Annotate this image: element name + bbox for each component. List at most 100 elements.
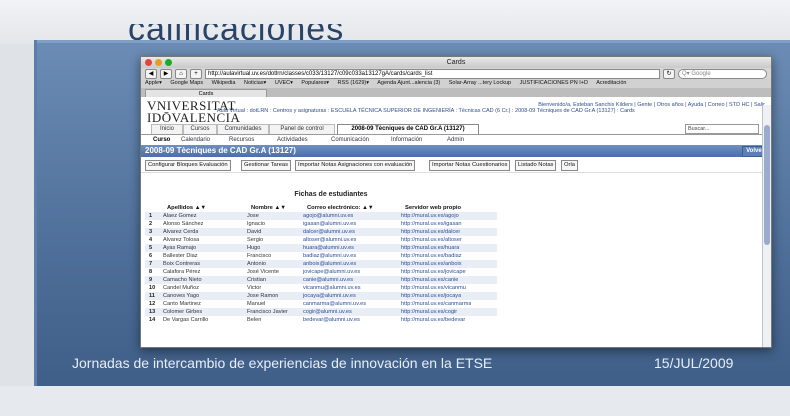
slide-footer-band: [0, 386, 790, 416]
email-link[interactable]: agojo@alumni.uv.es: [303, 212, 353, 220]
email-link[interactable]: badiaz@alumni.uv.es: [303, 252, 356, 260]
subtab-comunicacion[interactable]: Comunicación: [331, 136, 369, 144]
email-link[interactable]: canmarma@alumni.uv.es: [303, 300, 366, 308]
table-row: 4 Alvarez Tolosa Sergio altoser@alumni.u…: [145, 236, 497, 244]
email-link[interactable]: altoser@alumni.uv.es: [303, 236, 356, 244]
bookmark-item[interactable]: RSS (1629)▾: [337, 80, 369, 86]
page-scrollbar[interactable]: [762, 105, 771, 347]
reload-icon[interactable]: ↻: [663, 68, 675, 79]
row-number: 3: [149, 229, 153, 235]
importar-notas-cuestionarios-button[interactable]: Importar Notas Cuestionarios: [429, 160, 511, 171]
apellidos-cell: Ayas Ramajo: [163, 245, 197, 251]
apellidos-cell: Canoves Yago: [163, 293, 200, 299]
nombre-cell: Antonio: [247, 261, 266, 267]
web-link[interactable]: http://mural.uv.es/anboix: [401, 260, 462, 268]
bookmark-item[interactable]: Wikipedia: [212, 80, 236, 86]
forward-icon[interactable]: ▶: [160, 68, 172, 79]
subtab-admin[interactable]: Admin: [447, 136, 464, 144]
subtab-recursos[interactable]: Recursos: [229, 136, 254, 144]
row-number: 4: [149, 237, 153, 243]
user-links[interactable]: Bienvenido/a, Esteban Sanchis Kilders | …: [538, 101, 765, 109]
web-link[interactable]: http://mural.uv.es/badiaz: [401, 252, 462, 260]
configurar-bloques-button[interactable]: Configurar Bloques Evaluación: [145, 160, 231, 171]
table-row: 8 Calafora Pérez José Vicente jovicape@a…: [145, 268, 497, 276]
home-icon[interactable]: ⌂: [175, 68, 187, 79]
tab-comunidades[interactable]: Comunidades: [217, 124, 269, 134]
bookmark-item[interactable]: Populares▾: [301, 80, 329, 86]
bookmark-item[interactable]: Solar-Array ...tery Lockup: [449, 80, 511, 86]
row-number: 1: [149, 213, 153, 219]
col-header-correo[interactable]: Correo electrónico: ▲▼: [307, 205, 374, 211]
email-link[interactable]: anboix@alumni.uv.es: [303, 260, 356, 268]
bookmark-item[interactable]: UVEC▾: [275, 80, 293, 86]
bookmark-item[interactable]: Agenda Ajunt...alencia (3): [377, 80, 440, 86]
web-link[interactable]: http://mural.uv.es/bedevar: [401, 316, 465, 324]
web-link[interactable]: http://mural.uv.es/jocaya: [401, 292, 461, 300]
web-link[interactable]: http://mural.uv.es/jovicape: [401, 268, 466, 276]
orla-button[interactable]: Orla: [561, 160, 578, 171]
col-header-nombre[interactable]: Nombre ▲▼: [251, 205, 286, 211]
site-search-input[interactable]: Buscar...: [685, 124, 759, 134]
url-field[interactable]: http://aulavirtual.uv.es/dotlrn/classes/…: [205, 68, 660, 79]
nombre-cell: Jose Ramon: [247, 293, 279, 299]
row-number: 2: [149, 221, 153, 227]
email-link[interactable]: dalcer@alumni.uv.es: [303, 228, 355, 236]
minimize-window-icon[interactable]: [155, 59, 162, 66]
bookmark-item[interactable]: Noticias▾: [244, 80, 266, 86]
back-icon[interactable]: ◀: [145, 68, 157, 79]
window-titlebar: Cards: [141, 57, 771, 68]
nombre-cell: Victor: [247, 285, 262, 291]
email-link[interactable]: huara@alumni.uv.es: [303, 244, 354, 252]
email-link[interactable]: cogir@alumni.uv.es: [303, 308, 352, 316]
tab-course[interactable]: 2008-09 Tècniques de CAD Gr.A (13127): [337, 124, 479, 134]
web-link[interactable]: http://mural.uv.es/igasan: [401, 220, 462, 228]
email-link[interactable]: igasan@alumni.uv.es: [303, 220, 356, 228]
col-header-apellidos[interactable]: Apellidos ▲▼: [167, 205, 206, 211]
table-row: 14 De Vargas Carrillo Belen bedevar@alum…: [145, 316, 497, 324]
bookmark-item[interactable]: JUSTIFICACIONES PN I+D: [520, 80, 588, 86]
row-number: 8: [149, 269, 153, 275]
tab-panel-de-control[interactable]: Panel de control: [269, 124, 335, 134]
browser-tabstrip: Cards: [141, 88, 771, 98]
table-row: 13 Colomer Girbes Francisco Javier cogir…: [145, 308, 497, 316]
zoom-window-icon[interactable]: [165, 59, 172, 66]
web-link[interactable]: http://mural.uv.es/cogir: [401, 308, 457, 316]
subtab-calendario[interactable]: Calendario: [181, 136, 210, 144]
table-row: 9 Camacho Nieto Cristian canie@alumni.uv…: [145, 276, 497, 284]
nombre-cell: Sergio: [247, 237, 264, 243]
web-link[interactable]: http://mural.uv.es/dalcer: [401, 228, 460, 236]
apellidos-cell: Alaez Gomez: [163, 213, 197, 219]
web-link[interactable]: http://mural.uv.es/huara: [401, 244, 459, 252]
tab-cursos[interactable]: Cursos: [183, 124, 217, 134]
close-window-icon[interactable]: [145, 59, 152, 66]
email-link[interactable]: bedevar@alumni.uv.es: [303, 316, 360, 324]
web-link[interactable]: http://mural.uv.es/altoser: [401, 236, 462, 244]
subtab-informacion[interactable]: Información: [391, 136, 422, 144]
course-bar: 2008-09 Tècniques de CAD Gr.A (13127) Vo…: [141, 145, 771, 157]
bookmark-item[interactable]: Google Maps: [170, 80, 203, 86]
row-number: 9: [149, 277, 153, 283]
email-link[interactable]: jocaya@alumni.uv.es: [303, 292, 356, 300]
apellidos-cell: Ballester Diaz: [163, 253, 198, 259]
bookmark-item[interactable]: Apple▾: [145, 80, 162, 86]
listado-notas-button[interactable]: Listado Notas: [515, 160, 557, 171]
row-number: 7: [149, 261, 153, 267]
scrollbar-thumb[interactable]: [764, 125, 770, 245]
importar-notas-asignaciones-button[interactable]: Importar Notas Asignaciones con evaluaci…: [295, 160, 416, 171]
gestionar-tareas-button[interactable]: Gestionar Tareas: [241, 160, 292, 171]
google-search-field[interactable]: Q▾ Google: [678, 68, 767, 79]
web-link[interactable]: http://mural.uv.es/canie: [401, 276, 458, 284]
apellidos-cell: Camacho Nieto: [163, 277, 202, 283]
subtab-actividades[interactable]: Actividades: [277, 136, 308, 144]
web-link[interactable]: http://mural.uv.es/canmarma: [401, 300, 471, 308]
bookmark-item[interactable]: Acreditación: [596, 80, 626, 86]
email-link[interactable]: vicanmu@alumni.uv.es: [303, 284, 361, 292]
tab-inicio[interactable]: Inicio: [151, 124, 183, 134]
web-link[interactable]: http://mural.uv.es/vicanmu: [401, 284, 466, 292]
email-link[interactable]: jovicape@alumni.uv.es: [303, 268, 360, 276]
email-link[interactable]: canie@alumni.uv.es: [303, 276, 353, 284]
apellidos-cell: Calafora Pérez: [163, 269, 201, 275]
subtab-curso[interactable]: Curso: [153, 136, 170, 144]
web-link[interactable]: http://mural.uv.es/agojo: [401, 212, 459, 220]
add-bookmark-icon[interactable]: +: [190, 68, 202, 79]
